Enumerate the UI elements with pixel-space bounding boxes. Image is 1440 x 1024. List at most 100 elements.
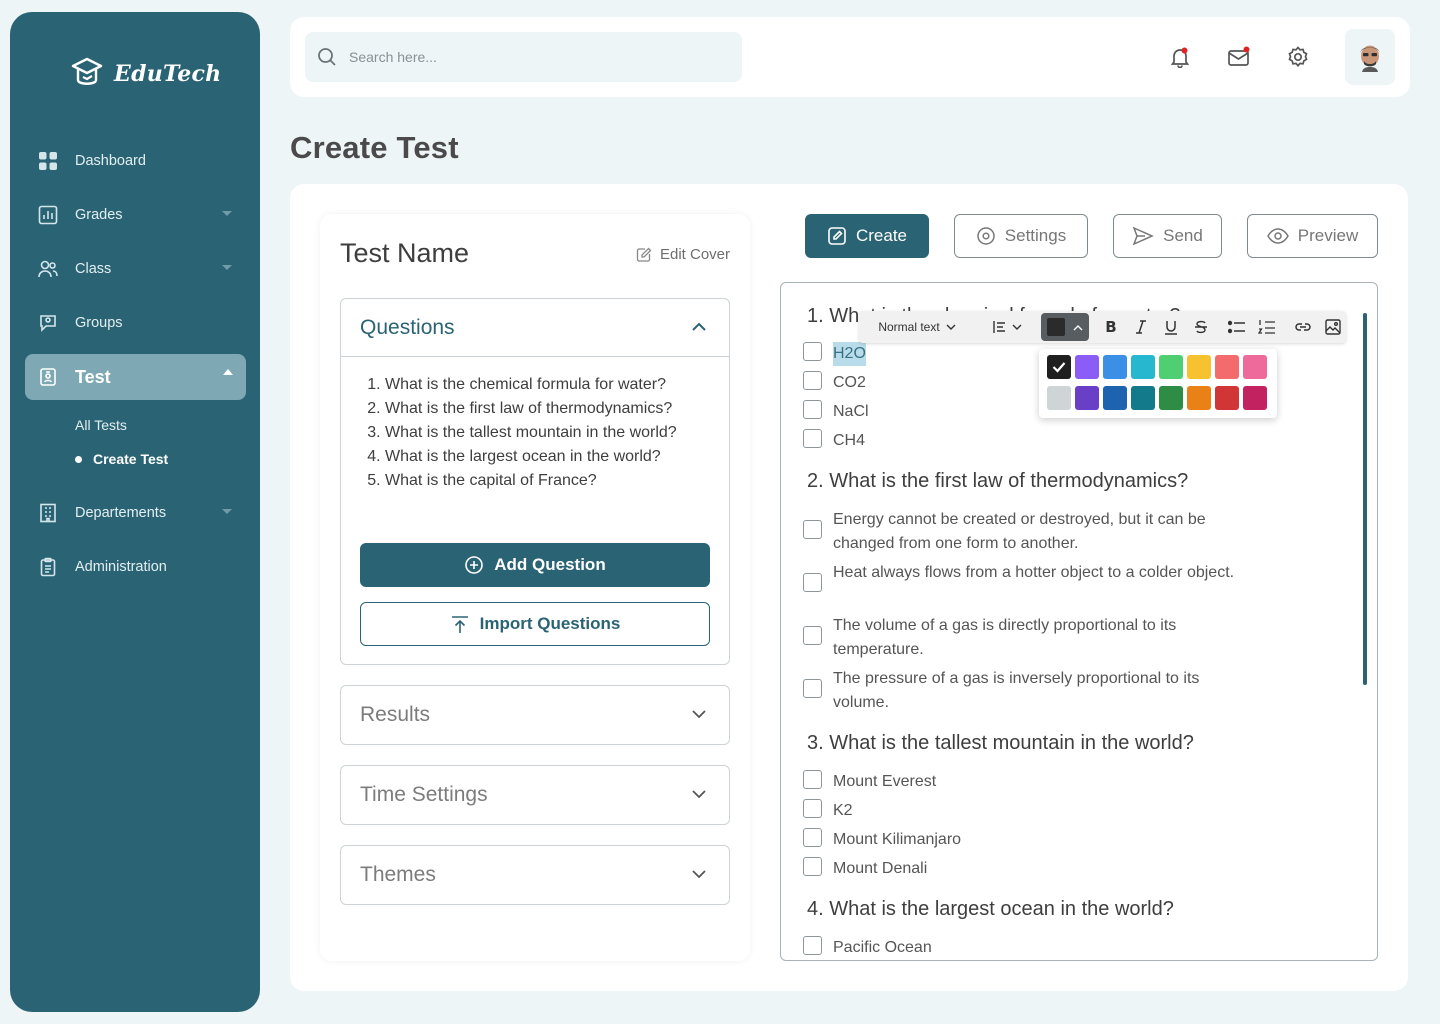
bullet-list-button[interactable] bbox=[1225, 311, 1249, 343]
answer-checkbox[interactable] bbox=[803, 770, 822, 789]
color-swatch[interactable] bbox=[1215, 386, 1239, 410]
sidebar-item-dashboard[interactable]: Dashboard bbox=[25, 138, 246, 184]
time-settings-accordion[interactable]: Time Settings bbox=[340, 765, 730, 825]
answer-text[interactable]: Mount Kilimanjaro bbox=[833, 828, 961, 852]
answer-checkbox[interactable] bbox=[803, 573, 822, 592]
answer-option: CH4 bbox=[803, 429, 865, 453]
color-swatch[interactable] bbox=[1103, 386, 1127, 410]
sidebar-item-test[interactable]: Test bbox=[25, 354, 246, 400]
logo[interactable]: EduTech bbox=[70, 56, 221, 92]
answer-text[interactable]: NaCl bbox=[833, 400, 869, 424]
answer-checkbox[interactable] bbox=[803, 342, 822, 361]
answer-checkbox[interactable] bbox=[803, 679, 822, 698]
question-title[interactable]: 2. What is the first law of thermodynami… bbox=[807, 470, 1188, 493]
answer-text[interactable]: Mount Everest bbox=[833, 770, 936, 794]
answer-checkbox[interactable] bbox=[803, 400, 822, 419]
strikethrough-button[interactable] bbox=[1189, 311, 1213, 343]
notifications-button[interactable] bbox=[1165, 42, 1195, 72]
sidebar-item-class[interactable]: Class bbox=[25, 246, 246, 292]
color-swatch[interactable] bbox=[1075, 355, 1099, 379]
test-tabs: Create Settings Send Preview bbox=[805, 214, 1378, 258]
themes-accordion[interactable]: Themes bbox=[340, 845, 730, 905]
color-swatch[interactable] bbox=[1159, 355, 1183, 379]
active-dot-icon bbox=[75, 455, 82, 463]
answer-checkbox[interactable] bbox=[803, 520, 822, 539]
add-question-button[interactable]: Add Question bbox=[360, 543, 710, 587]
answer-text[interactable]: The volume of a gas is directly proporti… bbox=[833, 614, 1253, 662]
color-swatch[interactable] bbox=[1187, 355, 1211, 379]
answer-text[interactable]: Heat always flows from a hotter object t… bbox=[833, 561, 1234, 585]
test-name-title[interactable]: Test Name bbox=[340, 238, 469, 269]
color-swatch[interactable] bbox=[1159, 386, 1183, 410]
color-swatch[interactable] bbox=[1215, 355, 1239, 379]
themes-accordion-header[interactable]: Themes bbox=[341, 846, 729, 904]
tab-send[interactable]: Send bbox=[1113, 214, 1222, 258]
search-box[interactable] bbox=[305, 32, 742, 82]
tab-create[interactable]: Create bbox=[805, 214, 929, 258]
sidebar-item-groups[interactable]: Groups bbox=[25, 300, 246, 346]
image-button[interactable] bbox=[1321, 311, 1345, 343]
answer-checkbox[interactable] bbox=[803, 828, 822, 847]
sidebar-item-grades[interactable]: Grades bbox=[25, 192, 246, 238]
answer-text[interactable]: CO2 bbox=[833, 371, 866, 395]
answer-checkbox[interactable] bbox=[803, 799, 822, 818]
edit-cover-button[interactable]: Edit Cover bbox=[636, 246, 730, 263]
color-swatch[interactable] bbox=[1047, 355, 1071, 379]
answer-text[interactable]: Mount Denali bbox=[833, 857, 927, 881]
tab-settings[interactable]: Settings bbox=[954, 214, 1088, 258]
messages-button[interactable] bbox=[1224, 42, 1254, 72]
import-questions-button[interactable]: Import Questions bbox=[360, 602, 710, 646]
color-swatch[interactable] bbox=[1131, 386, 1155, 410]
tab-preview[interactable]: Preview bbox=[1247, 214, 1378, 258]
answer-checkbox[interactable] bbox=[803, 936, 822, 955]
answer-text[interactable]: Energy cannot be created or destroyed, b… bbox=[833, 508, 1253, 556]
color-swatch[interactable] bbox=[1243, 386, 1267, 410]
text-style-label: Normal text bbox=[878, 320, 940, 334]
color-swatch[interactable] bbox=[1047, 386, 1071, 410]
question-list-item[interactable]: What is the capital of France? bbox=[385, 469, 711, 493]
settings-button[interactable] bbox=[1283, 42, 1313, 72]
editor-scrollbar[interactable] bbox=[1363, 313, 1367, 685]
main-card: Test Name Edit Cover Questions What is t… bbox=[290, 184, 1408, 991]
color-swatch[interactable] bbox=[1243, 355, 1267, 379]
question-list-item[interactable]: What is the first law of thermodynamics? bbox=[385, 397, 711, 421]
search-input[interactable] bbox=[349, 49, 729, 65]
question-list-item[interactable]: What is the largest ocean in the world? bbox=[385, 445, 711, 469]
answer-checkbox[interactable] bbox=[803, 857, 822, 876]
color-swatch[interactable] bbox=[1103, 355, 1127, 379]
bold-button[interactable]: 𝗕 bbox=[1099, 311, 1123, 343]
results-accordion[interactable]: Results bbox=[340, 685, 730, 745]
question-editor[interactable]: 1. What is the chemical formula for wate… bbox=[780, 282, 1378, 961]
answer-text[interactable]: CH4 bbox=[833, 429, 865, 453]
time-settings-accordion-header[interactable]: Time Settings bbox=[341, 766, 729, 824]
align-dropdown[interactable] bbox=[989, 311, 1025, 343]
question-list-item[interactable]: What is the chemical formula for water? bbox=[385, 373, 711, 397]
subnav-create-test[interactable]: Create Test bbox=[75, 442, 246, 476]
avatar[interactable] bbox=[1345, 29, 1395, 85]
answer-option: Mount Denali bbox=[803, 857, 927, 881]
numbered-list-button[interactable] bbox=[1255, 311, 1279, 343]
answer-checkbox[interactable] bbox=[803, 626, 822, 645]
sidebar-item-administration[interactable]: Administration bbox=[25, 544, 246, 590]
answer-text[interactable]: H2O bbox=[833, 342, 866, 366]
underline-button[interactable] bbox=[1159, 311, 1183, 343]
question-list-item[interactable]: What is the tallest mountain in the worl… bbox=[385, 421, 711, 445]
link-button[interactable] bbox=[1291, 311, 1315, 343]
question-title[interactable]: 4. What is the largest ocean in the worl… bbox=[807, 898, 1174, 921]
questions-accordion-header[interactable]: Questions bbox=[341, 299, 729, 357]
question-title[interactable]: 3. What is the tallest mountain in the w… bbox=[807, 732, 1194, 755]
results-accordion-header[interactable]: Results bbox=[341, 686, 729, 744]
color-swatch[interactable] bbox=[1075, 386, 1099, 410]
italic-button[interactable] bbox=[1129, 311, 1153, 343]
answer-text[interactable]: K2 bbox=[833, 799, 853, 823]
answer-text[interactable]: Pacific Ocean bbox=[833, 936, 932, 960]
sidebar-item-departements[interactable]: Departements bbox=[25, 490, 246, 536]
text-style-dropdown[interactable]: Normal text bbox=[873, 311, 961, 343]
answer-text[interactable]: The pressure of a gas is inversely propo… bbox=[833, 667, 1253, 715]
text-color-button[interactable] bbox=[1041, 313, 1089, 341]
color-swatch[interactable] bbox=[1131, 355, 1155, 379]
color-swatch[interactable] bbox=[1187, 386, 1211, 410]
answer-checkbox[interactable] bbox=[803, 371, 822, 390]
subnav-all-tests[interactable]: All Tests bbox=[75, 408, 246, 442]
answer-checkbox[interactable] bbox=[803, 429, 822, 448]
